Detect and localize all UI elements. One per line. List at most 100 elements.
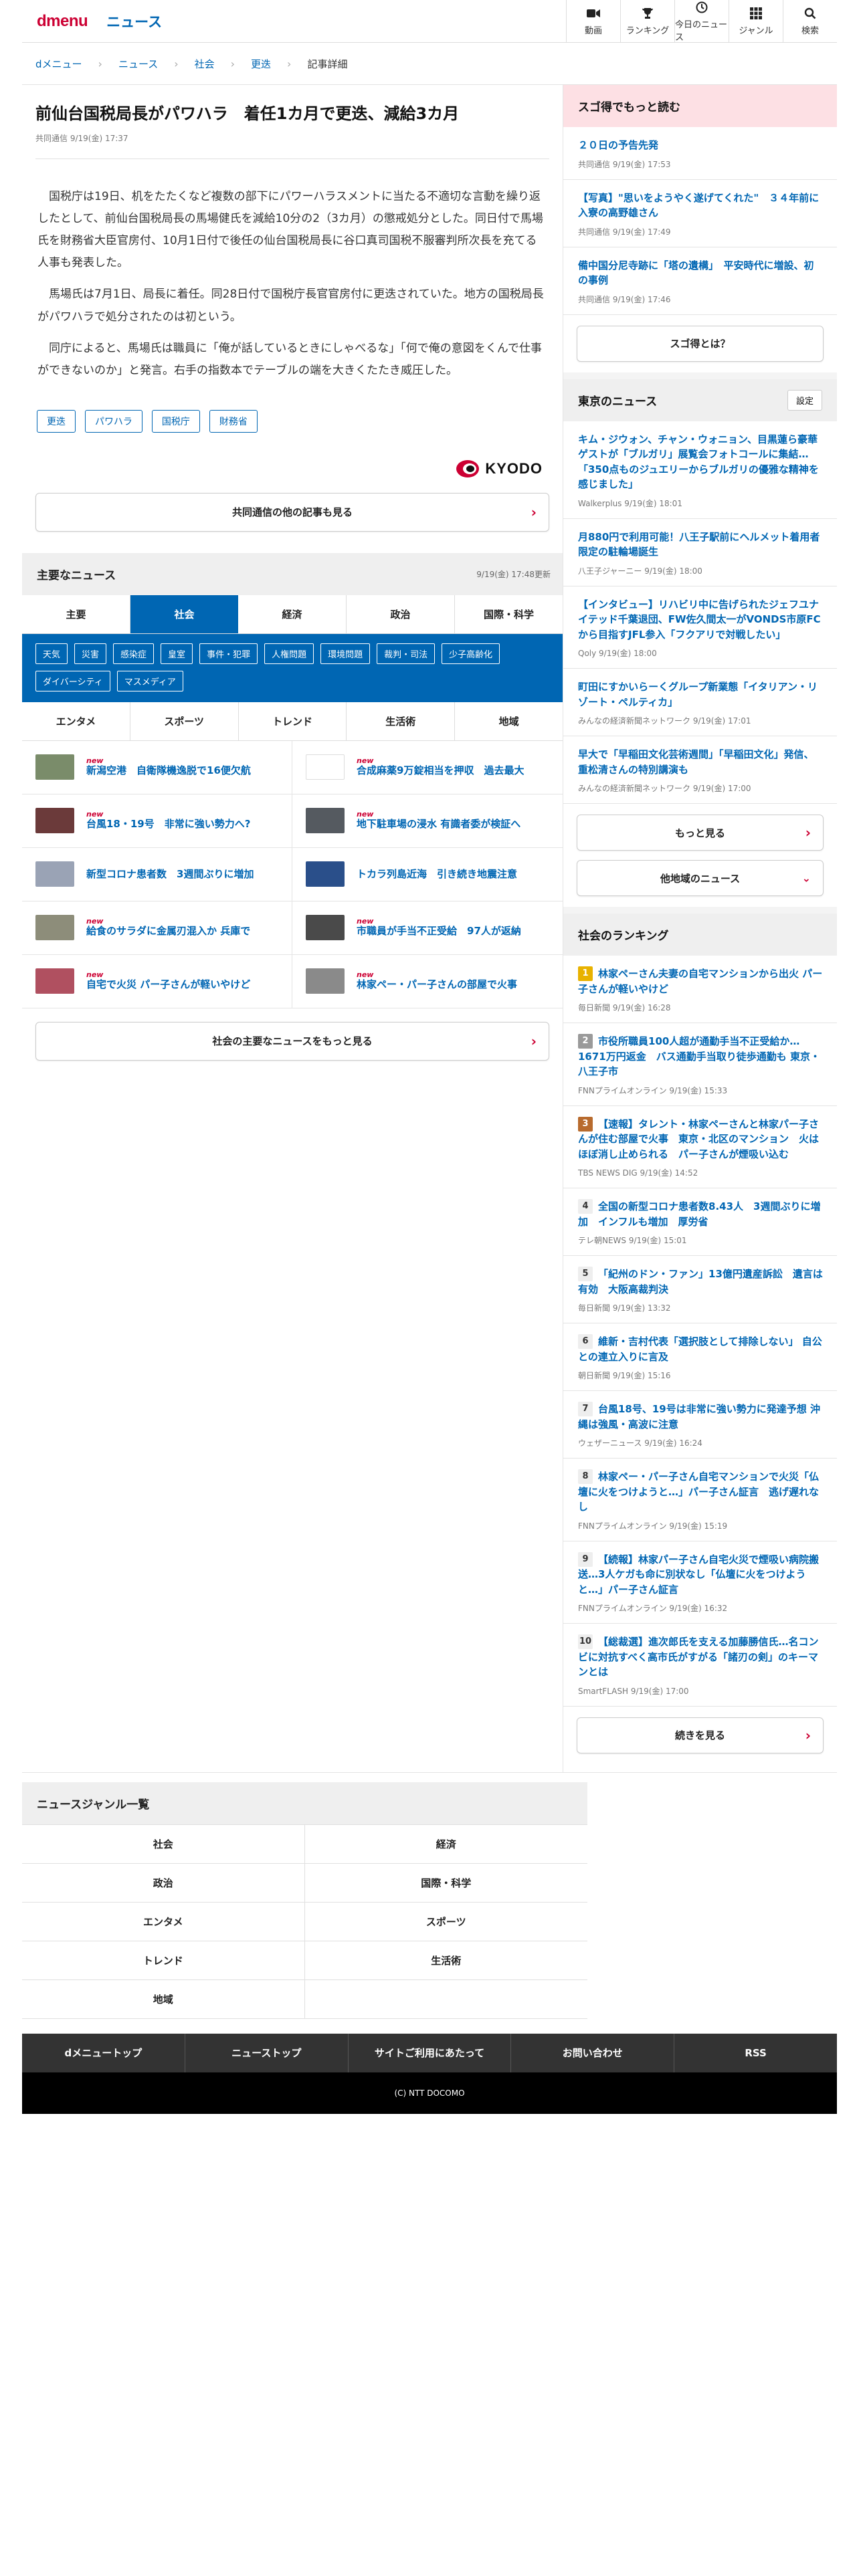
grid-icon (750, 6, 762, 21)
ranking-item[interactable]: 1 林家ペーさん夫妻の自宅マンションから出火 パー子さんが軽いやけど 毎日新聞 9/… (563, 956, 837, 1023)
side-news-item[interactable]: 【インタビュー】リハビリ中に告げられたジェフユナイテッド千葉退団、FW佐久間太一… (563, 586, 837, 669)
ranking-item[interactable]: 3 【速報】タレント・林家ペーさんと林家パー子さんが住む部屋で火事 東京・北区のマ… (563, 1105, 837, 1188)
ranking-item[interactable]: 2 市役所職員100人超が通勤手当不正受給か…1671万円返金 バス通勤手当取り徒… (563, 1023, 837, 1106)
nav-genre[interactable]: ジャンル (729, 0, 783, 43)
news-item-text: new 新潟空港 自衛隊機逸脱で16便欠航 (86, 757, 251, 778)
footer-dmenu-top[interactable]: dメニュートップ (22, 2033, 185, 2072)
tokyo-news-block: 東京のニュース 設定 キム・ジウォン、チャン・ウォニョン、目黒蓮ら豪華ゲストが「… (563, 379, 837, 907)
news-item[interactable]: new 合成麻薬9万錠相当を押収 過去最大 (292, 741, 563, 794)
subtag[interactable]: 裁判・司法 (377, 643, 436, 664)
footer-news-top[interactable]: ニューストップ (185, 2033, 349, 2072)
genre-link[interactable]: 生活術 (304, 1941, 587, 1980)
genre-link[interactable]: 経済 (304, 1825, 587, 1864)
tag-link[interactable]: 更迭 (37, 409, 76, 433)
nav-search[interactable]: 検索 (783, 0, 837, 43)
news-item[interactable]: new 台風18・19号 非常に強い勢力へ? (22, 794, 292, 848)
tokyo-news-list: キム・ジウォン、チャン・ウォニョン、目黒蓮ら豪華ゲストが「ブルガリ」展覧会フォト… (563, 421, 837, 804)
genre-link[interactable]: 地域 (22, 1979, 305, 2019)
side-news-item[interactable]: ２０日の予告先発 共同通信 9/19(金) 17:53 (563, 127, 837, 180)
tab-lifestyle[interactable]: 生活術 (347, 702, 456, 740)
genre-link[interactable]: エンタメ (22, 1902, 305, 1941)
what-is-sugotoku-button[interactable]: スゴ得とは？ (577, 325, 824, 362)
side-news-item[interactable]: 町田にすかいらーくグループ新業態「イタリアン・リゾート・ペルティカ」 みんなの経済… (563, 669, 837, 736)
nav-label: 今日のニュース (675, 19, 728, 43)
subtag[interactable]: 感染症 (113, 643, 155, 664)
tab-economy[interactable]: 経済 (238, 595, 347, 633)
subtag[interactable]: 災害 (74, 643, 107, 664)
news-item[interactable]: new 林家ペー・パー子さんの部屋で火事 (292, 955, 563, 1008)
site-logo[interactable]: dmenu ニュース (22, 11, 162, 31)
side-news-source: 共同通信 9/19(金) 17:46 (578, 294, 671, 304)
kyodo-logo-icon (456, 459, 480, 477)
subtag[interactable]: 人権問題 (264, 643, 314, 664)
tab-major[interactable]: 主要 (22, 595, 130, 633)
tag-link[interactable]: 財務省 (209, 409, 258, 433)
tab-politics[interactable]: 政治 (347, 595, 455, 633)
subtag[interactable]: 少子高齢化 (442, 643, 500, 664)
subtag[interactable]: 皇室 (161, 643, 193, 664)
tab-international[interactable]: 国際・科学 (455, 595, 563, 633)
side-news-item[interactable]: 備中国分尼寺跡に「塔の遺構」 平安時代に増設、初の事例 共同通信 9/19(金) … (563, 247, 837, 315)
news-item[interactable]: new 地下駐車場の浸水 有識者委が検証へ (292, 794, 563, 848)
new-badge: new (86, 917, 104, 926)
side-news-item[interactable]: 月880円で利用可能！八王子駅前にヘルメット着用者限定の駐輪場誕生 八王子ジャーニ… (563, 518, 837, 586)
side-news-item[interactable]: 早大で「早稲田文化芸術週間」「早稲田文化」発信、重松清さんの特別講演も みんなの経… (563, 736, 837, 804)
news-item[interactable]: 新型コロナ患者数 3週間ぶりに増加 (22, 847, 292, 901)
button-label: 共同通信の他の記事も見る (231, 506, 353, 519)
article-tags: 更迭 パワハラ 国税庁 財務省 (35, 409, 549, 433)
ranking-item[interactable]: 7 台風18号、19号は非常に強い勢力に発達予想 沖縄は強風・高波に注意 ウェザーニ… (563, 1391, 837, 1459)
tab-trend[interactable]: トレンド (239, 702, 347, 740)
tab-sports[interactable]: スポーツ (130, 702, 239, 740)
genre-link[interactable]: スポーツ (304, 1903, 587, 1941)
news-item[interactable]: new 市職員が手当不正受給 97人が返納 (292, 901, 563, 955)
ranking-item[interactable]: 6 維新・吉村代表「選択肢として排除しない」 自公との連立入りに言及 朝日新聞 9/… (563, 1323, 837, 1391)
footer-contact[interactable]: お問い合わせ (511, 2033, 675, 2072)
chevron-right-icon: › (805, 1727, 811, 1743)
side-news-item[interactable]: キム・ジウォン、チャン・ウォニョン、目黒蓮ら豪華ゲストが「ブルガリ」展覧会フォト… (563, 421, 837, 519)
genre-link[interactable]: 政治 (22, 1863, 305, 1903)
footer-rss[interactable]: RSS (674, 2034, 837, 2072)
more-kyodo-articles-button[interactable]: 共同通信の他の記事も見る › (35, 492, 549, 532)
genre-link[interactable]: 社会 (22, 1824, 305, 1864)
tab-society[interactable]: 社会 (130, 595, 238, 633)
side-news-source: テレ朝NEWS 9/19(金) 15:01 (578, 1236, 687, 1245)
side-news-item[interactable]: 【写真】"思いをようやく遂げてくれた" ３４年前に入寮の高野雄さん 共同通信 9/… (563, 179, 837, 247)
news-item[interactable]: new 自宅で火災 パー子さんが軽いやけど (22, 954, 292, 1008)
tag-link[interactable]: パワハラ (85, 409, 142, 433)
settings-button[interactable]: 設定 (787, 389, 822, 411)
breadcrumb-news[interactable]: ニュース (118, 57, 158, 71)
side-news-title: 月880円で利用可能！八王子駅前にヘルメット着用者限定の駐輪場誕生 (578, 530, 824, 560)
breadcrumb-koutetsu[interactable]: 更迭 (251, 57, 271, 71)
more-society-news-button[interactable]: 社会の主要なニュースをもっと見る › (35, 1021, 549, 1061)
subtag[interactable]: 環境問題 (320, 643, 371, 664)
nav-video[interactable]: 動画 (566, 0, 620, 43)
headline: 市役所職員100人超が通勤手当不正受給か…1671万円返金 バス通勤手当取り徒歩… (578, 1035, 820, 1077)
ranking-item[interactable]: 10 【総裁選】進次郎氏を支える加藤勝信氏…名コンビに対抗すべく高市氏がすがる「諸… (563, 1624, 837, 1707)
subtag[interactable]: マスメディア (116, 670, 183, 691)
news-item[interactable]: トカラ列島近海 引き続き地震注意 (292, 848, 563, 901)
subtag[interactable]: ダイバーシティ (35, 670, 110, 691)
ranking-item[interactable]: 4 全国の新型コロナ患者数8.43人 3週間ぶりに増加 インフルも増加 厚労省 テレ… (563, 1188, 837, 1256)
nav-ranking[interactable]: ランキング (620, 0, 674, 43)
ranking-item[interactable]: 8 林家ペー・パー子さん自宅マンションで火災「仏壇に火をつけようと…」パー子さん証… (563, 1459, 837, 1541)
ranking-more-button[interactable]: 続きを見る › (577, 1717, 824, 1753)
subtag[interactable]: 事件・犯罪 (199, 643, 258, 664)
tokyo-more-button[interactable]: もっと見る › (577, 815, 824, 851)
subtag[interactable]: 天気 (35, 643, 68, 664)
article-paragraph: 馬場氏は7月1日、局長に着任。同28日付で国税庁長官官房付に更迭されていた。地方… (37, 288, 544, 324)
news-item[interactable]: new 給食のサラダに金属刃混入か 兵庫で (22, 901, 292, 955)
tag-link[interactable]: 国税庁 (151, 409, 200, 433)
footer-terms[interactable]: サイトご利用にあたって (349, 2033, 512, 2072)
breadcrumb-society[interactable]: 社会 (195, 57, 215, 71)
nav-today[interactable]: 今日のニュース (674, 0, 729, 43)
breadcrumb-dmenu[interactable]: dメニュー (35, 57, 82, 71)
genre-link[interactable]: 国際・科学 (304, 1864, 587, 1903)
side-news-title: ２０日の予告先発 (578, 138, 824, 153)
genre-link[interactable]: トレンド (22, 1941, 305, 1980)
tab-region[interactable]: 地域 (455, 702, 563, 740)
other-region-news-button[interactable]: 他地域のニュース ⌄ (577, 860, 824, 896)
tab-entertainment[interactable]: エンタメ (22, 702, 130, 740)
ranking-item[interactable]: 5 「紀州のドン・ファン」13億円遺産訴訟 遺言は有効 大阪高裁判決 毎日新聞 9/… (563, 1256, 837, 1323)
news-item[interactable]: new 新潟空港 自衛隊機逸脱で16便欠航 (22, 740, 292, 794)
ranking-item[interactable]: 9 【続報】林家パー子さん自宅火災で煙吸い病院搬送…3人ケガも命に別状なし「仏壇に… (563, 1541, 837, 1624)
